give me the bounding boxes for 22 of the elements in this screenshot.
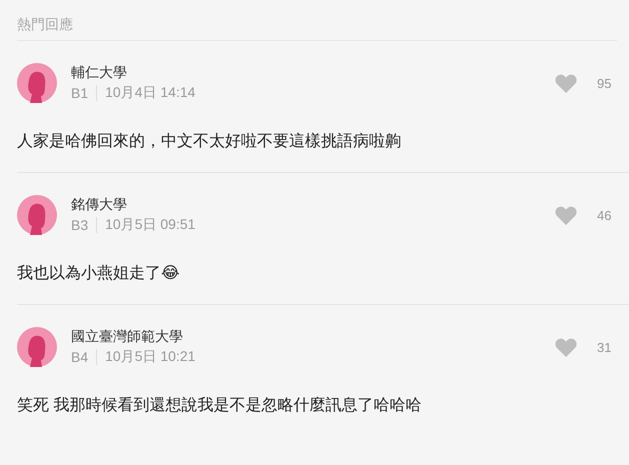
like-count: 31 — [597, 340, 612, 354]
heart-icon[interactable] — [555, 74, 577, 92]
like-count: 95 — [597, 76, 612, 90]
floor-number: B4 — [71, 349, 98, 365]
comment-text: 我也以為小燕姐走了😂 — [17, 264, 181, 284]
avatar-icon — [17, 63, 57, 103]
avatar-icon — [17, 195, 57, 235]
avatar-icon — [17, 327, 57, 367]
section-title: 熱門回應 — [17, 16, 73, 34]
post-time: 10月4日 14:14 — [105, 84, 196, 102]
post-time: 10月5日 09:51 — [105, 216, 196, 234]
comment-text: 人家是哈佛回來的，中文不太好啦不要這樣挑語病啦齁 — [17, 132, 402, 152]
heart-icon[interactable] — [555, 338, 577, 356]
school-name: 銘傳大學 — [71, 196, 128, 214]
heart-icon[interactable] — [555, 206, 577, 224]
like-count: 46 — [597, 208, 612, 222]
floor-number: B1 — [71, 85, 98, 101]
school-name: 國立臺灣師範大學 — [71, 328, 184, 346]
comment-text: 笑死 我那時候看到還想說我是不是忽略什麼訊息了哈哈哈 — [17, 396, 422, 416]
post-time: 10月5日 10:21 — [105, 348, 196, 366]
school-name: 輔仁大學 — [71, 64, 128, 82]
floor-number: B3 — [71, 217, 98, 233]
